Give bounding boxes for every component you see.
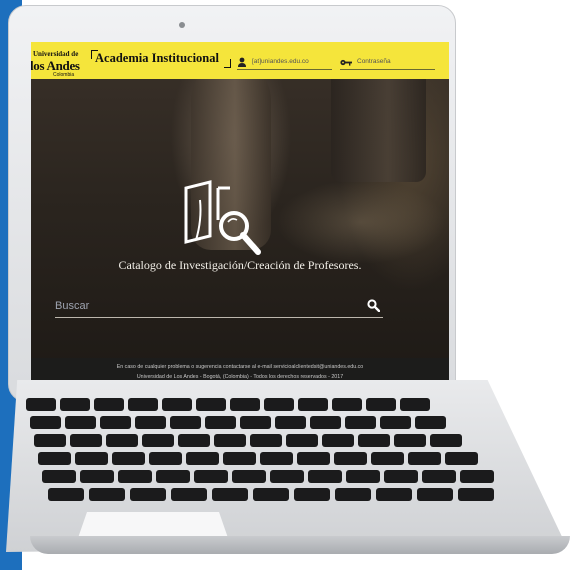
keyboard-key: [308, 470, 342, 483]
keyboard-key: [60, 398, 90, 411]
keyboard-key: [212, 488, 248, 501]
keyboard-key: [42, 470, 76, 483]
keyboard-key: [458, 488, 494, 501]
keyboard-key: [65, 416, 96, 429]
keyboard-key: [89, 488, 125, 501]
keyboard-key: [100, 416, 131, 429]
search-icon[interactable]: [367, 299, 380, 312]
keyboard-key: [400, 398, 430, 411]
footer-contact-line: En caso de cualquier problema o sugerenc…: [116, 364, 364, 370]
keyboard-key: [80, 470, 114, 483]
keyboard-key: [297, 452, 330, 465]
keyboard-key: [260, 452, 293, 465]
keyboard-key: [26, 398, 56, 411]
username-placeholder: [at]uniandes.edu.co: [252, 58, 309, 65]
keyboard-key: [30, 416, 61, 429]
keyboard-key: [130, 488, 166, 501]
password-placeholder: Contraseña: [357, 58, 391, 65]
password-field[interactable]: Contraseña: [340, 57, 435, 70]
top-header: Universidad de los Andes Colombia Academ…: [31, 42, 449, 79]
keyboard-key: [384, 470, 418, 483]
keyboard-key: [196, 398, 226, 411]
keyboard-key: [346, 470, 380, 483]
laptop-base-edge: [30, 536, 570, 554]
keyboard-key: [415, 416, 446, 429]
keyboard-key: [250, 434, 282, 447]
keyboard-key: [118, 470, 152, 483]
keyboard-key: [408, 452, 441, 465]
keyboard-key: [48, 488, 84, 501]
keyboard-key: [149, 452, 182, 465]
keyboard-key: [422, 470, 456, 483]
university-logo-line1: Universidad de: [33, 50, 79, 58]
book-search-icon: [184, 180, 261, 255]
keyboard-key: [358, 434, 390, 447]
keyboard-key: [335, 488, 371, 501]
keyboard-key: [310, 416, 341, 429]
keyboard-key: [135, 416, 166, 429]
keyboard-key: [334, 452, 367, 465]
keyboard-key: [162, 398, 192, 411]
keyboard-key: [460, 470, 494, 483]
username-field[interactable]: [at]uniandes.edu.co: [237, 57, 332, 70]
brand-title[interactable]: Academia Institucional: [95, 51, 219, 66]
keyboard-key: [264, 398, 294, 411]
keyboard-key: [205, 416, 236, 429]
footer-copyright-line: Universidad de Los Andes - Bogotá, (Colo…: [136, 374, 344, 380]
keyboard-key: [178, 434, 210, 447]
keyboard-key: [345, 416, 376, 429]
keyboard-key: [294, 488, 330, 501]
user-icon: [238, 57, 246, 67]
keyboard-key: [194, 470, 228, 483]
keyboard-key: [322, 434, 354, 447]
keyboard-key: [380, 416, 411, 429]
keyboard-key: [430, 434, 462, 447]
trackpad: [78, 512, 228, 538]
keyboard-key: [38, 452, 71, 465]
keyboard-key: [170, 416, 201, 429]
keyboard-key: [366, 398, 396, 411]
hero-tagline: Catalogo de Investigación/Creación de Pr…: [118, 258, 362, 272]
keyboard-key: [171, 488, 207, 501]
keyboard-key: [156, 470, 190, 483]
brand-bracket-right: [224, 59, 231, 68]
laptop-lid: Universidad de los Andes Colombia Academ…: [8, 5, 456, 402]
search-bar: [55, 297, 383, 318]
keyboard-key: [34, 434, 66, 447]
keyboard-key: [142, 434, 174, 447]
keyboard-key: [230, 398, 260, 411]
keyboard-key: [232, 470, 266, 483]
university-logo-line3: Colombia: [53, 72, 75, 78]
screen: Universidad de los Andes Colombia Academ…: [31, 42, 449, 390]
keyboard-key: [128, 398, 158, 411]
keyboard-key: [223, 452, 256, 465]
search-input[interactable]: [55, 298, 355, 314]
keyboard-key: [298, 398, 328, 411]
statue-hat-silhouette: [331, 62, 426, 182]
keyboard-key: [275, 416, 306, 429]
camera-dot: [179, 22, 185, 28]
keyboard-key: [214, 434, 246, 447]
keyboard-key: [75, 452, 108, 465]
keyboard-key: [445, 452, 478, 465]
keyboard-key: [94, 398, 124, 411]
keyboard-key: [70, 434, 102, 447]
keyboard-key: [106, 434, 138, 447]
keyboard-key: [112, 452, 145, 465]
key-icon: [340, 59, 352, 66]
keyboard-key: [286, 434, 318, 447]
keyboard-key: [394, 434, 426, 447]
keyboard-key: [417, 488, 453, 501]
keyboard-key: [240, 416, 271, 429]
keyboard-key: [376, 488, 412, 501]
keyboard-key: [186, 452, 219, 465]
keyboard-key: [371, 452, 404, 465]
keyboard-key: [270, 470, 304, 483]
keyboard-key: [332, 398, 362, 411]
keyboard-key: [253, 488, 289, 501]
